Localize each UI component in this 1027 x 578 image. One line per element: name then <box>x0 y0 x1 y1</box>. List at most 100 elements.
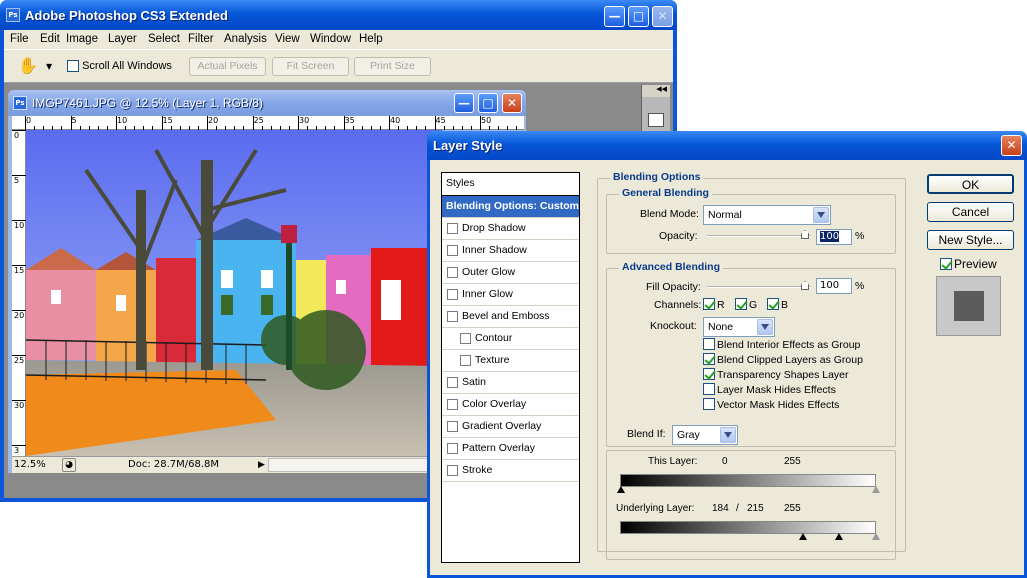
checkbox-icon[interactable] <box>447 310 458 322</box>
style-item[interactable]: Contour <box>442 328 579 350</box>
style-item[interactable]: Drop Shadow <box>442 218 579 240</box>
new-style-button[interactable]: New Style... <box>927 230 1014 250</box>
ruler-tick <box>434 116 436 130</box>
advanced-option-checkbox[interactable]: Layer Mask Hides Effects <box>703 383 836 396</box>
advanced-option-checkbox[interactable]: Blend Interior Effects as Group <box>703 338 860 351</box>
document-title-bar[interactable]: Ps IMGP7461.JPG @ 12.5% (Layer 1, RGB/8)… <box>8 90 526 116</box>
style-item[interactable]: Blending Options: Custom <box>442 196 579 218</box>
tool-preset-dropdown-icon[interactable]: ▼ <box>46 62 52 71</box>
style-item[interactable]: Bevel and Emboss <box>442 306 579 328</box>
chevron-down-icon <box>720 427 736 443</box>
style-item-label: Contour <box>475 332 513 344</box>
dialog-close-button[interactable]: ✕ <box>1001 135 1022 156</box>
checkbox-icon[interactable] <box>447 464 458 476</box>
style-item[interactable]: Satin <box>442 372 579 394</box>
channel-b-checkbox[interactable]: B <box>767 298 788 311</box>
canvas-image[interactable] <box>26 130 442 456</box>
checkbox-icon[interactable] <box>447 398 458 410</box>
checkbox-icon[interactable] <box>447 376 458 388</box>
photoshop-logo-icon: Ps <box>6 8 20 22</box>
title-bar[interactable]: Ps Adobe Photoshop CS3 Extended — □ ✕ <box>0 0 677 30</box>
checkbox-icon[interactable] <box>447 222 458 234</box>
knockout-select[interactable]: None <box>703 317 775 337</box>
underlying-split-handle-b[interactable] <box>835 533 843 540</box>
horizontal-scrollbar[interactable] <box>268 458 438 472</box>
knockout-value: None <box>708 321 734 333</box>
blend-if-select[interactable]: Gray <box>672 425 738 445</box>
doc-minimize-button[interactable]: — <box>454 93 474 113</box>
opacity-slider[interactable] <box>707 235 811 237</box>
status-arrow-icon[interactable]: ▶ <box>258 460 265 470</box>
style-item[interactable]: Outer Glow <box>442 262 579 284</box>
style-item[interactable]: Texture <box>442 350 579 372</box>
doc-close-button[interactable]: ✕ <box>502 93 522 113</box>
blending-options-title: Blending Options <box>610 171 704 183</box>
advanced-option-label: Blend Interior Effects as Group <box>717 339 861 351</box>
minimize-button[interactable]: — <box>604 6 625 27</box>
advanced-option-checkbox[interactable]: Transparency Shapes Layer <box>703 368 849 381</box>
doc-maximize-button[interactable]: □ <box>478 93 498 113</box>
ok-button[interactable]: OK <box>927 174 1014 194</box>
palette-icon[interactable] <box>648 113 664 127</box>
opacity-input[interactable]: 100 <box>816 229 852 245</box>
hand-tool-icon[interactable]: ✋ <box>18 56 38 75</box>
ruler-minor-tick <box>443 126 445 130</box>
advanced-option-checkbox[interactable]: Vector Mask Hides Effects <box>703 398 839 411</box>
style-item[interactable]: Inner Glow <box>442 284 579 306</box>
menu-help[interactable]: Help <box>359 33 383 45</box>
document-ps-icon: Ps <box>13 96 27 110</box>
this-layer-black-handle[interactable] <box>617 486 625 493</box>
menu-filter[interactable]: Filter <box>188 33 214 45</box>
print-size-button[interactable]: Print Size <box>354 57 431 76</box>
fit-screen-button[interactable]: Fit Screen <box>272 57 349 76</box>
styles-header[interactable]: Styles <box>442 173 579 196</box>
ruler-tick <box>12 400 26 401</box>
style-item[interactable]: Gradient Overlay <box>442 416 579 438</box>
checkbox-icon <box>703 398 715 410</box>
advanced-option-checkbox[interactable]: Blend Clipped Layers as Group <box>703 353 863 366</box>
checkbox-icon[interactable] <box>447 442 458 454</box>
vertical-ruler[interactable]: 0 5 10 15 20 25 30 3 <box>12 130 26 456</box>
channel-b-label: B <box>781 299 789 311</box>
horizontal-ruler[interactable]: 0 5 10 15 20 25 30 35 40 45 50 <box>12 116 524 130</box>
menu-analysis[interactable]: Analysis <box>224 33 267 45</box>
style-item[interactable]: Stroke <box>442 460 579 482</box>
menu-view[interactable]: View <box>275 33 300 45</box>
underlying-split-handle-a[interactable] <box>799 533 807 540</box>
fill-opacity-slider[interactable] <box>707 286 811 288</box>
underlying-white-handle[interactable] <box>872 533 880 540</box>
channel-g-checkbox[interactable]: G <box>735 298 757 311</box>
checkbox-icon[interactable] <box>447 288 458 300</box>
preview-checkbox[interactable]: Preview <box>940 257 997 271</box>
channel-r-checkbox[interactable]: R <box>703 298 725 311</box>
close-button[interactable]: ✕ <box>652 6 673 27</box>
menu-edit[interactable]: Edit <box>40 33 60 45</box>
style-item[interactable]: Inner Shadow <box>442 240 579 262</box>
scroll-all-windows-checkbox[interactable]: Scroll All Windows <box>67 60 172 73</box>
style-item[interactable]: Pattern Overlay <box>442 438 579 460</box>
actual-pixels-button[interactable]: Actual Pixels <box>189 57 266 76</box>
zoom-field[interactable]: 12.5% <box>14 459 56 472</box>
menu-image[interactable]: Image <box>66 33 98 45</box>
this-layer-white-handle[interactable] <box>872 486 880 493</box>
ruler-tick <box>12 220 26 221</box>
cancel-button[interactable]: Cancel <box>927 202 1014 222</box>
dock-collapse-icon[interactable]: ◀◀ <box>642 85 670 97</box>
menu-select[interactable]: Select <box>148 33 180 45</box>
checkbox-icon[interactable] <box>447 244 458 256</box>
checkbox-icon[interactable] <box>460 354 471 366</box>
maximize-button[interactable]: □ <box>628 6 649 27</box>
this-layer-gradient[interactable] <box>620 474 876 487</box>
blend-mode-select[interactable]: Normal <box>703 205 831 225</box>
fill-opacity-input[interactable]: 100 <box>816 278 852 294</box>
style-item[interactable]: Color Overlay <box>442 394 579 416</box>
ruler-label: 3 <box>14 446 20 455</box>
checkbox-icon[interactable] <box>460 332 471 344</box>
checkbox-icon[interactable] <box>447 420 458 432</box>
dialog-title-bar[interactable]: Layer Style ✕ <box>427 131 1027 160</box>
checkbox-icon[interactable] <box>447 266 458 278</box>
status-menu-icon[interactable]: ◕ <box>62 458 76 472</box>
menu-file[interactable]: File <box>10 33 29 45</box>
menu-layer[interactable]: Layer <box>108 33 137 45</box>
menu-window[interactable]: Window <box>310 33 351 45</box>
